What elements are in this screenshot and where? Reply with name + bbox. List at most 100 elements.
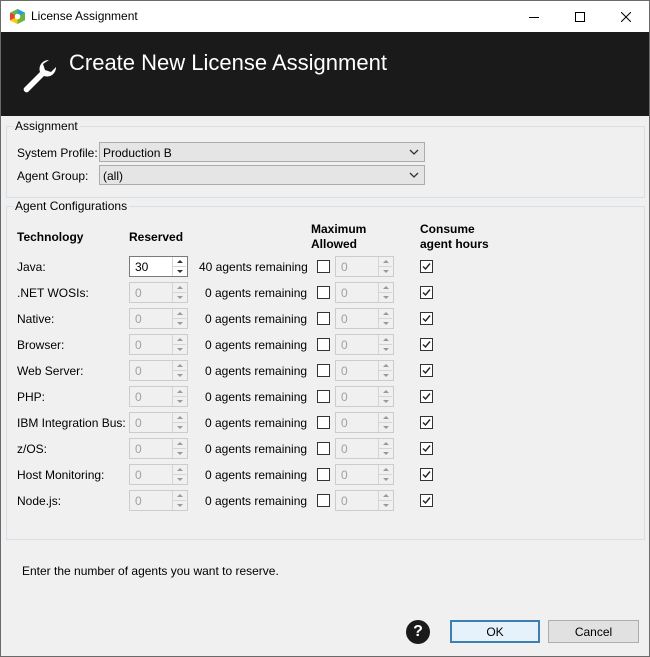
maximum-allowed-spinner[interactable]: 0	[335, 464, 394, 485]
maximum-allowed-checkbox[interactable]	[317, 442, 330, 455]
spinner-up-button[interactable]	[172, 387, 186, 396]
spinner-up-button[interactable]	[378, 361, 392, 370]
spinner-up-button[interactable]	[378, 465, 392, 474]
spinner-up-button[interactable]	[378, 283, 392, 292]
minimize-button[interactable]	[511, 1, 557, 32]
reserved-header: Reserved	[129, 230, 184, 244]
reserved-spinner[interactable]: 0	[129, 490, 188, 511]
maximum-allowed-checkbox[interactable]	[317, 468, 330, 481]
close-button[interactable]	[603, 1, 649, 32]
consume-agent-hours-checkbox[interactable]	[420, 338, 433, 351]
spinner-up-button[interactable]	[378, 309, 392, 318]
maximum-allowed-spinner[interactable]: 0	[335, 256, 394, 277]
maximum-allowed-checkbox[interactable]	[317, 416, 330, 429]
maximum-allowed-checkbox[interactable]	[317, 312, 330, 325]
spinner-up-button[interactable]	[172, 309, 186, 318]
spinner-up-button[interactable]	[172, 361, 186, 370]
caret-up-icon	[382, 494, 389, 497]
spinner-down-button[interactable]	[378, 474, 392, 484]
consume-agent-hours-checkbox[interactable]	[420, 494, 433, 507]
spinner-down-button[interactable]	[378, 318, 392, 328]
ok-button[interactable]: OK	[450, 620, 540, 643]
spinner-down-button[interactable]	[172, 396, 186, 406]
caret-down-icon	[176, 504, 183, 507]
reserved-spinner[interactable]: 0	[129, 308, 188, 329]
agent-group-dropdown[interactable]: (all)	[99, 165, 425, 185]
reserved-spinner[interactable]: 0	[129, 438, 188, 459]
caret-down-icon	[382, 400, 389, 403]
spinner-up-button[interactable]	[378, 439, 392, 448]
maximum-allowed-spinner[interactable]: 0	[335, 308, 394, 329]
maximum-allowed-checkbox[interactable]	[317, 390, 330, 403]
minimize-icon	[529, 16, 539, 18]
system-profile-dropdown[interactable]: Production B	[99, 142, 425, 162]
spinner-down-button[interactable]	[172, 474, 186, 484]
reserved-value: 0	[135, 468, 142, 482]
spinner-down-button[interactable]	[378, 396, 392, 406]
spinner-up-button[interactable]	[378, 491, 392, 500]
maximum-allowed-spinner[interactable]: 0	[335, 334, 394, 355]
caret-up-icon	[176, 312, 183, 315]
spinner-down-button[interactable]	[172, 292, 186, 302]
maximum-allowed-spinner[interactable]: 0	[335, 282, 394, 303]
maximum-allowed-checkbox[interactable]	[317, 338, 330, 351]
reserved-spinner[interactable]: 0	[129, 386, 188, 407]
spinner-down-button[interactable]	[378, 292, 392, 302]
spinner-down-button[interactable]	[378, 422, 392, 432]
caret-up-icon	[382, 286, 389, 289]
spinner-up-button[interactable]	[378, 387, 392, 396]
maximum-allowed-spinner[interactable]: 0	[335, 490, 394, 511]
spinner-up-button[interactable]	[172, 413, 186, 422]
reserved-spinner[interactable]: 0	[129, 334, 188, 355]
technology-label: Host Monitoring:	[17, 468, 105, 482]
spinner-up-button[interactable]	[378, 257, 392, 266]
spinner-down-button[interactable]	[172, 448, 186, 458]
maximum-allowed-spinner[interactable]: 0	[335, 386, 394, 407]
spinner-up-button[interactable]	[172, 257, 186, 266]
maximum-allowed-checkbox[interactable]	[317, 260, 330, 273]
help-button[interactable]: ?	[406, 620, 430, 644]
spinner-down-button[interactable]	[172, 318, 186, 328]
spinner-down-button[interactable]	[172, 266, 186, 276]
spinner-down-button[interactable]	[378, 266, 392, 276]
reserved-spinner[interactable]: 30	[129, 256, 188, 277]
consume-agent-hours-checkbox[interactable]	[420, 390, 433, 403]
consume-agent-hours-checkbox[interactable]	[420, 468, 433, 481]
reserved-spinner[interactable]: 0	[129, 360, 188, 381]
maximum-allowed-checkbox[interactable]	[317, 494, 330, 507]
consume-agent-hours-checkbox[interactable]	[420, 416, 433, 429]
consume-agent-hours-checkbox[interactable]	[420, 260, 433, 273]
spinner-down-button[interactable]	[378, 448, 392, 458]
spinner-down-button[interactable]	[172, 422, 186, 432]
spinner-down-button[interactable]	[172, 344, 186, 354]
reserved-spinner[interactable]: 0	[129, 464, 188, 485]
consume-agent-hours-checkbox[interactable]	[420, 312, 433, 325]
reserved-spinner[interactable]: 0	[129, 412, 188, 433]
maximum-allowed-checkbox[interactable]	[317, 286, 330, 299]
spinner-down-button[interactable]	[172, 370, 186, 380]
maximum-allowed-spinner[interactable]: 0	[335, 412, 394, 433]
spinner-down-button[interactable]	[378, 370, 392, 380]
maximize-icon	[575, 11, 585, 22]
spinner-up-button[interactable]	[172, 465, 186, 474]
spinner-down-button[interactable]	[378, 500, 392, 510]
spinner-up-button[interactable]	[378, 413, 392, 422]
maximum-allowed-value: 0	[341, 260, 348, 274]
consume-agent-hours-checkbox[interactable]	[420, 442, 433, 455]
spinner-down-button[interactable]	[378, 344, 392, 354]
spinner-up-button[interactable]	[378, 335, 392, 344]
consume-agent-hours-checkbox[interactable]	[420, 364, 433, 377]
maximum-allowed-spinner[interactable]: 0	[335, 360, 394, 381]
consume-agent-hours-checkbox[interactable]	[420, 286, 433, 299]
reserved-spinner[interactable]: 0	[129, 282, 188, 303]
spinner-up-button[interactable]	[172, 283, 186, 292]
maximum-allowed-checkbox[interactable]	[317, 364, 330, 377]
spinner-up-button[interactable]	[172, 335, 186, 344]
spinner-up-button[interactable]	[172, 439, 186, 448]
maximize-button[interactable]	[557, 1, 603, 32]
spinner-up-button[interactable]	[172, 491, 186, 500]
cancel-button[interactable]: Cancel	[548, 620, 639, 643]
agents-remaining-text: 0 agents remaining	[205, 468, 308, 482]
maximum-allowed-spinner[interactable]: 0	[335, 438, 394, 459]
spinner-down-button[interactable]	[172, 500, 186, 510]
